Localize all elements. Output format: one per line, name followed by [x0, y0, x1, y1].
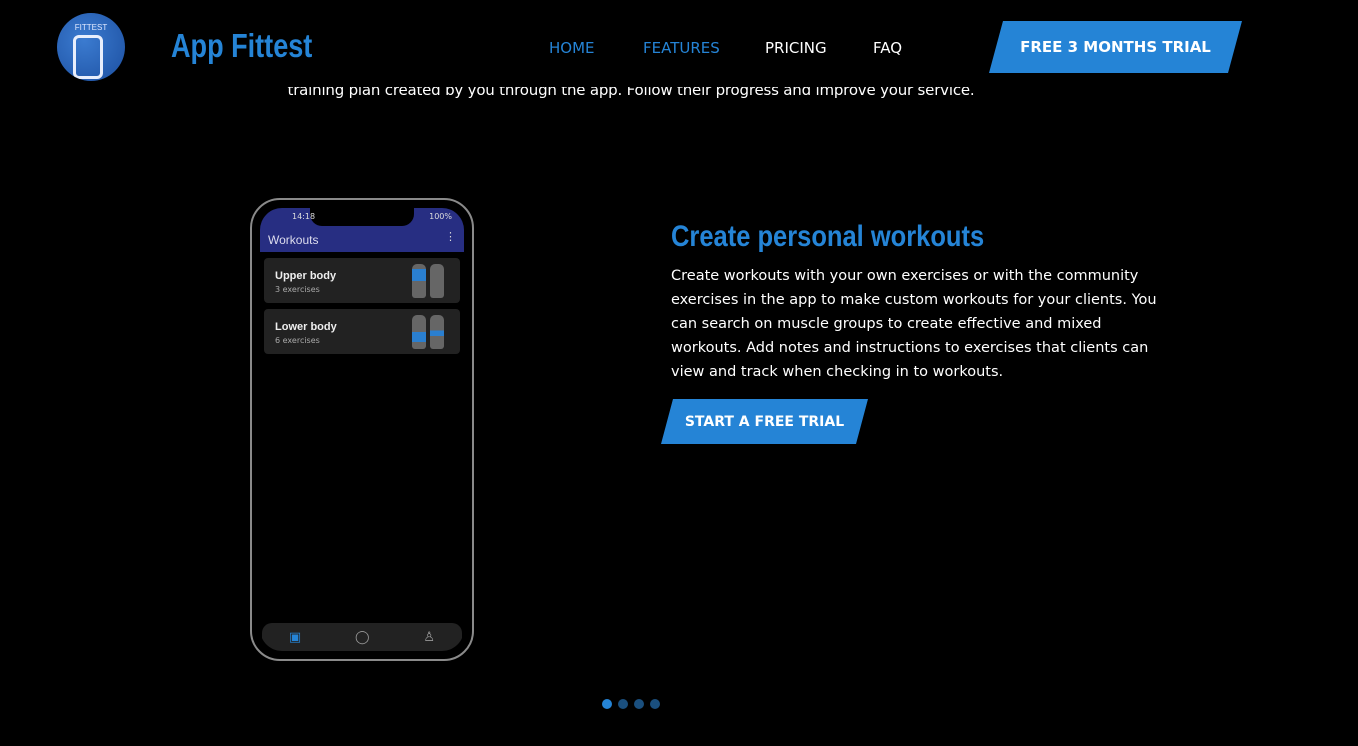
calendar-icon[interactable]: ▣: [289, 630, 301, 645]
nav-pricing[interactable]: PRICING: [765, 39, 827, 57]
start-free-trial-button[interactable]: START A FREE TRIAL: [661, 399, 868, 444]
carousel-dot[interactable]: [634, 699, 644, 709]
muscle-front-icon: [412, 264, 426, 298]
carousel-dot[interactable]: [618, 699, 628, 709]
app-title: Workouts: [268, 233, 319, 247]
muscle-back-icon: [430, 315, 444, 349]
carousel-dot[interactable]: [602, 699, 612, 709]
workout-name: Upper body: [275, 270, 337, 282]
free-trial-button[interactable]: FREE 3 MONTHS TRIAL: [989, 21, 1242, 73]
feature-description: Create workouts with your own exercises …: [671, 268, 1157, 380]
workout-name: Lower body: [275, 321, 337, 333]
phone-mockup: 14:18 100% Workouts ⋮ Upper body 3 exerc…: [250, 198, 474, 661]
more-icon[interactable]: ⋮: [445, 230, 456, 243]
muscle-front-icon: [412, 315, 426, 349]
feature-title: Create personal workouts: [671, 220, 985, 253]
logo[interactable]: FITTEST: [57, 13, 125, 81]
nav-features[interactable]: FEATURES: [643, 39, 720, 57]
intro-text: training plan created by you through the…: [287, 87, 975, 99]
phone-logo-icon: [73, 35, 103, 79]
site-header: FITTEST App Fittest HOME FEATURES PRICIN…: [0, 0, 1358, 87]
nav-home[interactable]: HOME: [549, 39, 595, 57]
brand-name[interactable]: App Fittest: [171, 27, 312, 65]
chat-icon[interactable]: ◯: [355, 630, 370, 645]
phone-tab-bar: ▣ ◯ ♙: [262, 623, 462, 651]
muscle-back-icon: [430, 264, 444, 298]
intro-text-clip: training plan created by you through the…: [0, 87, 1358, 107]
carousel-dots: [602, 699, 660, 709]
workout-card[interactable]: Lower body 6 exercises: [264, 309, 460, 354]
app-bar: 14:18 100% Workouts ⋮: [260, 208, 464, 252]
status-time: 14:18: [292, 212, 316, 221]
phone-notch: [310, 208, 414, 226]
workout-count: 6 exercises: [275, 336, 320, 345]
logo-text: FITTEST: [74, 23, 108, 32]
carousel-dot[interactable]: [650, 699, 660, 709]
profile-icon[interactable]: ♙: [423, 630, 435, 645]
phone-screen: 14:18 100% Workouts ⋮ Upper body 3 exerc…: [260, 208, 464, 651]
workout-card[interactable]: Upper body 3 exercises: [264, 258, 460, 303]
nav-faq[interactable]: FAQ: [873, 39, 902, 57]
workout-count: 3 exercises: [275, 285, 320, 294]
status-battery: 100%: [429, 212, 452, 221]
